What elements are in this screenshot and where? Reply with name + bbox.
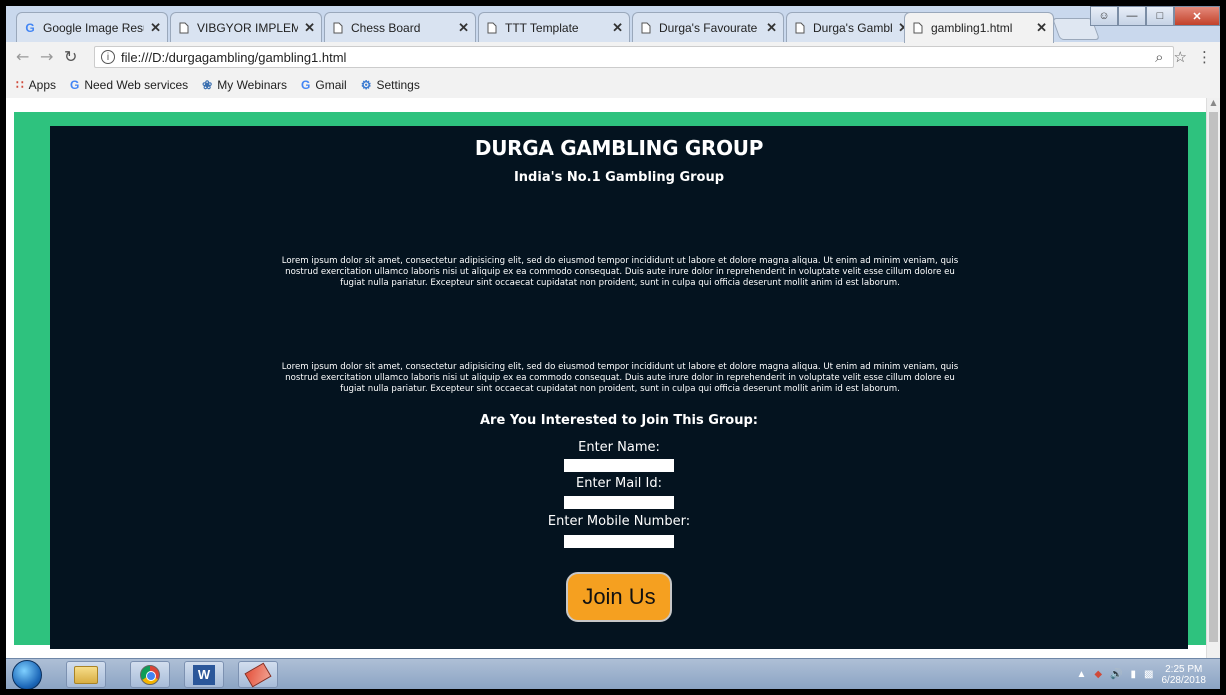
- gear-icon: ⚙: [360, 78, 372, 92]
- bookmark-my-webinars[interactable]: ❀ My Webinars: [202, 78, 287, 92]
- vertical-scrollbar[interactable]: ▲: [1206, 98, 1220, 658]
- join-heading: Are You Interested to Join This Group:: [480, 413, 758, 428]
- close-window-button[interactable]: ✕: [1174, 6, 1220, 26]
- close-tab-icon[interactable]: ✕: [150, 20, 161, 36]
- webinar-icon: ❀: [202, 78, 213, 92]
- word-icon: W: [193, 664, 215, 685]
- close-tab-icon[interactable]: ✕: [304, 20, 315, 36]
- browser-window: G Google Image Resul ✕ VIBGYOR IMPLEMEN …: [6, 6, 1220, 689]
- windows-icon: [12, 659, 42, 689]
- maximize-button[interactable]: □: [1146, 6, 1174, 26]
- bookmarks-bar: ∷ Apps G Need Web services ❀ My Webinars…: [6, 72, 1220, 99]
- page-viewport: DURGA GAMBLING GROUP India's No.1 Gambli…: [6, 98, 1220, 658]
- minimize-button[interactable]: —: [1118, 6, 1146, 26]
- page-subtitle: India's No.1 Gambling Group: [513, 170, 725, 185]
- apps-icon: ∷: [16, 78, 24, 92]
- forward-button[interactable]: →: [40, 47, 53, 66]
- close-tab-icon[interactable]: ✕: [612, 20, 623, 36]
- bookmark-star-icon[interactable]: ☆: [1174, 48, 1187, 66]
- battery-icon[interactable]: ▮: [1131, 669, 1137, 680]
- clock-date: 6/28/2018: [1161, 674, 1207, 686]
- show-hidden-icons-icon[interactable]: ▲: [1076, 669, 1086, 680]
- eraser-icon: [244, 662, 272, 687]
- mobile-input[interactable]: [564, 535, 674, 548]
- tab-durgas-favourate[interactable]: Durga's Favourate P ✕: [632, 12, 784, 42]
- user-icon: ☺: [1098, 10, 1110, 22]
- document-icon: [331, 21, 345, 35]
- menu-icon[interactable]: ⋮: [1197, 48, 1212, 66]
- close-tab-icon[interactable]: ✕: [766, 20, 777, 36]
- start-button[interactable]: [10, 659, 44, 689]
- tab-gambling1[interactable]: gambling1.html ✕: [904, 12, 1054, 43]
- close-tab-icon[interactable]: ✕: [1036, 20, 1047, 36]
- taskbar-app[interactable]: [238, 661, 278, 688]
- name-label: Enter Name:: [578, 440, 660, 455]
- app-tray-icon[interactable]: ◆: [1094, 669, 1102, 680]
- bookmark-settings[interactable]: ⚙ Settings: [361, 78, 420, 92]
- page-title: DURGA GAMBLING GROUP: [474, 136, 764, 160]
- reload-icon: ↻: [64, 47, 78, 66]
- mail-label: Enter Mail Id:: [575, 476, 663, 491]
- tab-durgas-gamblers[interactable]: Durga's Gamblers G ✕: [786, 12, 916, 42]
- google-icon: G: [301, 78, 311, 92]
- reload-button[interactable]: ↻: [64, 47, 77, 66]
- paragraph-2: Lorem ipsum dolor sit amet, consectetur …: [281, 362, 959, 394]
- join-us-button[interactable]: Join Us: [566, 572, 672, 622]
- zoom-icon[interactable]: ⌕: [1155, 48, 1163, 66]
- document-icon: [793, 21, 807, 35]
- document-icon: [485, 21, 499, 35]
- taskbar-chrome[interactable]: [130, 661, 170, 688]
- taskbar: W ▲ ◆ 🔊 ▮ ▩ 2:25 PM 6/28/2018: [6, 658, 1220, 689]
- bookmark-need-web-services[interactable]: G Need Web services: [70, 78, 188, 92]
- document-icon: [911, 21, 925, 35]
- back-button[interactable]: ←: [16, 47, 29, 66]
- scroll-thumb[interactable]: [1209, 112, 1218, 642]
- clock[interactable]: 2:25 PM 6/28/2018: [1162, 664, 1207, 686]
- folder-icon: [74, 665, 98, 684]
- system-tray: ▲ ◆ 🔊 ▮ ▩ 2:25 PM 6/28/2018: [1076, 659, 1220, 689]
- tab-strip: G Google Image Resul ✕ VIBGYOR IMPLEMEN …: [6, 6, 1220, 43]
- mail-input[interactable]: [564, 496, 674, 509]
- paragraph-1: Lorem ipsum dolor sit amet, consectetur …: [281, 256, 959, 288]
- page-content: DURGA GAMBLING GROUP India's No.1 Gambli…: [50, 126, 1188, 649]
- google-icon: G: [25, 20, 35, 35]
- mobile-label: Enter Mobile Number:: [547, 514, 691, 529]
- tab-ttt-template[interactable]: TTT Template ✕: [478, 12, 630, 42]
- tab-google-images[interactable]: G Google Image Resul ✕: [16, 12, 168, 42]
- back-arrow-icon: ←: [16, 47, 30, 66]
- bookmark-gmail[interactable]: G Gmail: [301, 78, 347, 92]
- bookmark-apps[interactable]: ∷ Apps: [16, 78, 56, 92]
- window-controls: ☺ — □ ✕: [1090, 6, 1220, 26]
- chrome-icon: [140, 664, 160, 685]
- maximize-icon: □: [1156, 10, 1164, 22]
- taskbar-explorer[interactable]: [66, 661, 106, 688]
- minimize-icon: —: [1126, 10, 1138, 22]
- info-icon[interactable]: i: [101, 50, 115, 64]
- document-icon: [639, 21, 653, 35]
- close-icon: ✕: [1192, 10, 1202, 23]
- name-input[interactable]: [564, 459, 674, 472]
- network-icon[interactable]: ▩: [1144, 669, 1153, 680]
- clock-time: 2:25 PM: [1165, 663, 1203, 675]
- taskbar-word[interactable]: W: [184, 661, 224, 688]
- scroll-up-icon[interactable]: ▲: [1207, 98, 1220, 107]
- google-icon: G: [70, 78, 80, 92]
- tab-vibgyor[interactable]: VIBGYOR IMPLEMEN ✕: [170, 12, 322, 42]
- address-bar: ← → ↻ i file:///D:/durgagambling/gamblin…: [6, 42, 1220, 73]
- url-input[interactable]: i file:///D:/durgagambling/gambling1.htm…: [94, 46, 1174, 68]
- close-tab-icon[interactable]: ✕: [458, 20, 469, 36]
- page-border: DURGA GAMBLING GROUP India's No.1 Gambli…: [14, 112, 1206, 649]
- url-text: file:///D:/durgagambling/gambling1.html: [121, 49, 347, 65]
- tab-chess-board[interactable]: Chess Board ✕: [324, 12, 476, 42]
- forward-arrow-icon: →: [40, 47, 54, 66]
- document-icon: [177, 21, 191, 35]
- user-profile-button[interactable]: ☺: [1090, 6, 1118, 26]
- volume-icon[interactable]: 🔊: [1110, 669, 1122, 680]
